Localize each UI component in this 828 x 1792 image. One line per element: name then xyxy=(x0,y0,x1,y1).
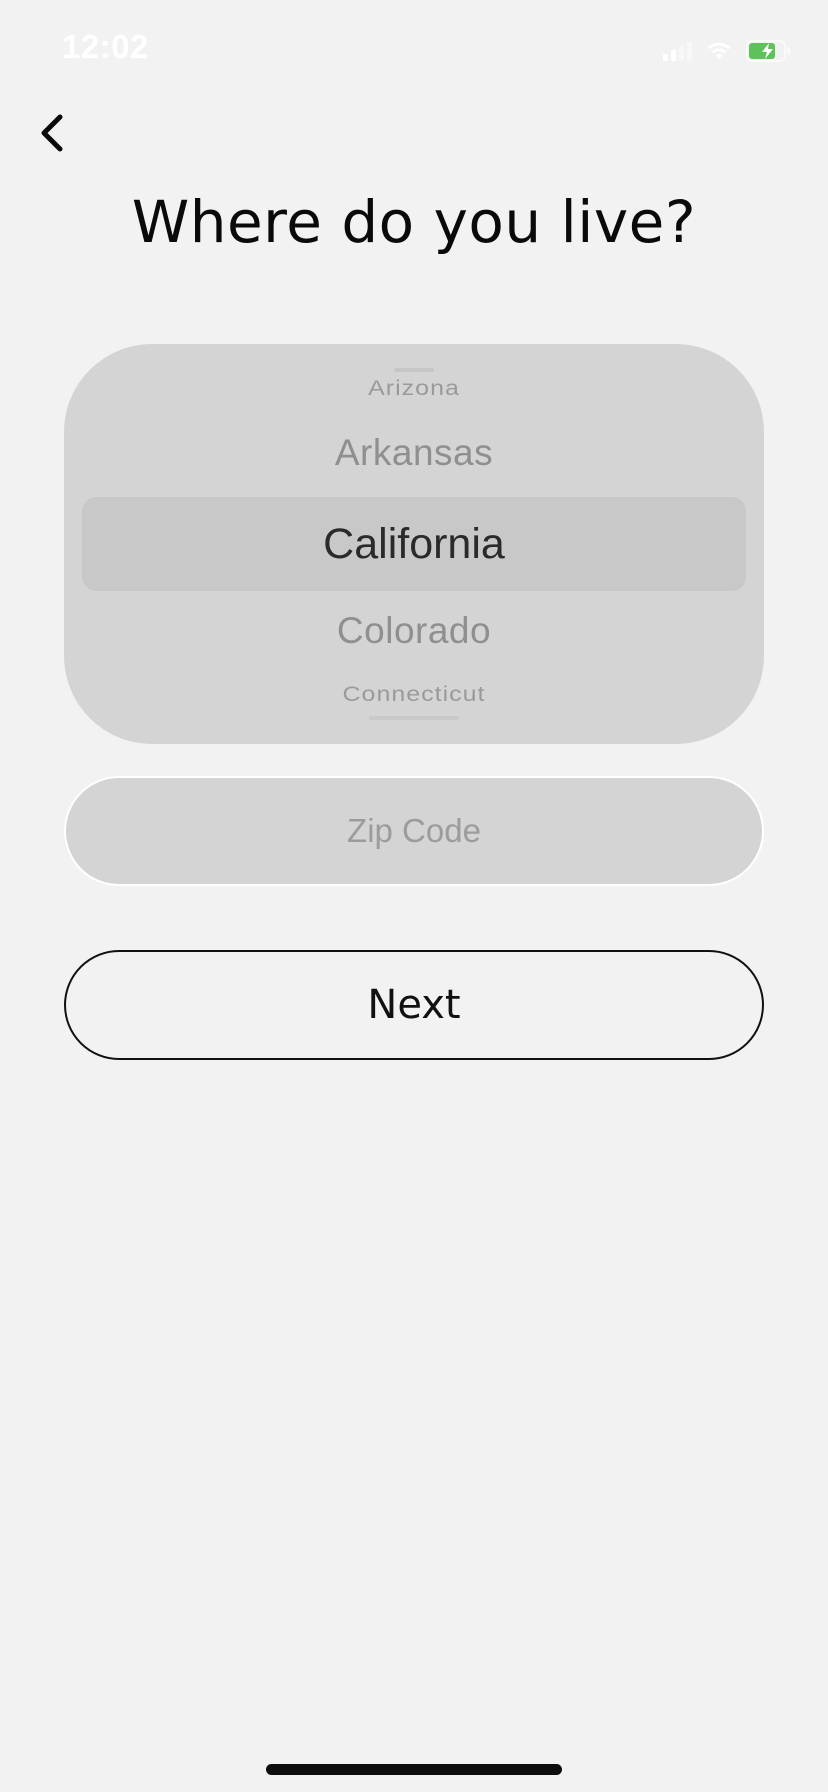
status-icons xyxy=(663,36,792,66)
next-button[interactable]: Next xyxy=(64,950,764,1060)
picker-option-california[interactable]: California xyxy=(64,520,764,569)
picker-option-colorado[interactable]: Colorado xyxy=(64,610,764,652)
zip-code-field[interactable] xyxy=(64,776,764,886)
cellular-signal-icon xyxy=(663,41,692,61)
picker-ghost-item xyxy=(369,716,459,720)
picker-ghost-item xyxy=(394,368,434,372)
page-title: Where do you live? xyxy=(131,188,697,256)
wifi-icon xyxy=(706,41,732,61)
chevron-left-icon xyxy=(41,114,63,152)
back-button[interactable] xyxy=(30,108,74,158)
picker-option-arizona[interactable]: Arizona xyxy=(64,376,764,401)
battery-charging-icon xyxy=(746,40,792,62)
location-screen: 12:02 Where do you live? Arizona Arkansa… xyxy=(0,0,828,1792)
zip-code-input[interactable] xyxy=(66,778,762,884)
picker-option-arkansas[interactable]: Arkansas xyxy=(64,432,764,474)
picker-option-connecticut[interactable]: Connecticut xyxy=(64,682,764,707)
state-picker[interactable]: Arizona Arkansas California Colorado Con… xyxy=(64,344,764,744)
next-button-label: Next xyxy=(367,982,461,1028)
status-time: 12:02 xyxy=(62,28,149,65)
home-indicator[interactable] xyxy=(266,1764,562,1775)
